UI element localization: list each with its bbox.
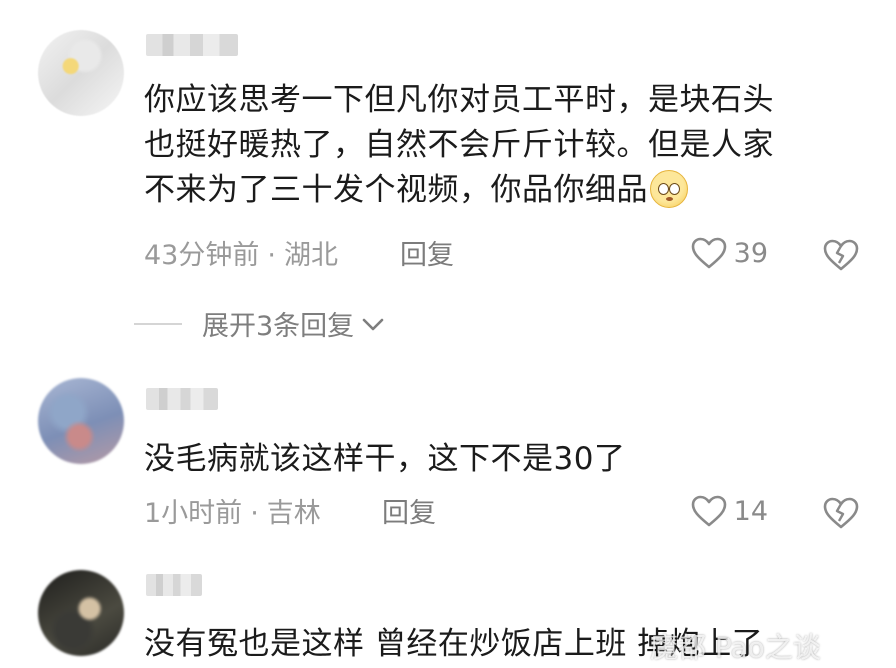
pleading-face-icon	[650, 170, 688, 208]
comment-text-line: 你应该思考一下但凡你对员工平时，是块石头	[144, 82, 774, 118]
avatar[interactable]	[38, 570, 124, 656]
expand-replies[interactable]: 展开3条回复	[134, 304, 386, 343]
username-blurred[interactable]	[146, 388, 218, 410]
comment-text-line: 没毛病就该这样干，这下不是30了	[144, 441, 626, 477]
avatar[interactable]	[38, 378, 124, 464]
heart-outline-icon	[691, 237, 726, 269]
watermark: 魔都 Pao之谈	[650, 631, 821, 664]
avatar[interactable]	[38, 30, 124, 116]
like-count: 14	[733, 495, 768, 527]
reply-button[interactable]: 回复	[382, 496, 436, 532]
broken-heart-icon	[823, 239, 859, 271]
username-blurred[interactable]	[146, 574, 202, 596]
dislike-button[interactable]	[822, 496, 860, 534]
expand-replies-label[interactable]: 展开3条回复	[202, 304, 354, 343]
comment-location: 吉林	[266, 498, 321, 529]
like-button[interactable]: 14	[690, 494, 768, 528]
comment-meta: 1小时前 · 吉林 回复	[144, 496, 436, 532]
username-blurred[interactable]	[146, 34, 238, 56]
comment-location: 湖北	[283, 240, 338, 271]
meta-separator: ·	[267, 240, 276, 271]
heart-outline-icon	[691, 495, 726, 527]
reply-button[interactable]: 回复	[400, 238, 454, 274]
comment-text: 你应该思考一下但凡你对员工平时，是块石头 也挺好暖热了，自然不会斤斤计较。但是人…	[144, 78, 774, 213]
like-button[interactable]: 39	[690, 236, 768, 270]
comment-text-line-content: 不来为了三十发个视频，你品你细品	[144, 172, 648, 208]
comment-text-line: 也挺好暖热了，自然不会斤斤计较。但是人家	[144, 127, 774, 163]
comment-time: 43分钟前	[144, 240, 260, 271]
like-count: 39	[733, 237, 768, 269]
broken-heart-icon	[823, 497, 859, 529]
comment-text: 没毛病就该这样干，这下不是30了	[144, 437, 625, 482]
comment-meta: 43分钟前 · 湖北 回复	[144, 238, 454, 274]
comment-time: 1小时前	[144, 498, 243, 529]
chevron-down-icon	[362, 318, 384, 330]
divider-line	[134, 322, 182, 325]
meta-separator: ·	[250, 498, 259, 529]
dislike-button[interactable]	[822, 238, 860, 276]
comment-text-line: 不来为了三十发个视频，你品你细品	[144, 168, 774, 213]
